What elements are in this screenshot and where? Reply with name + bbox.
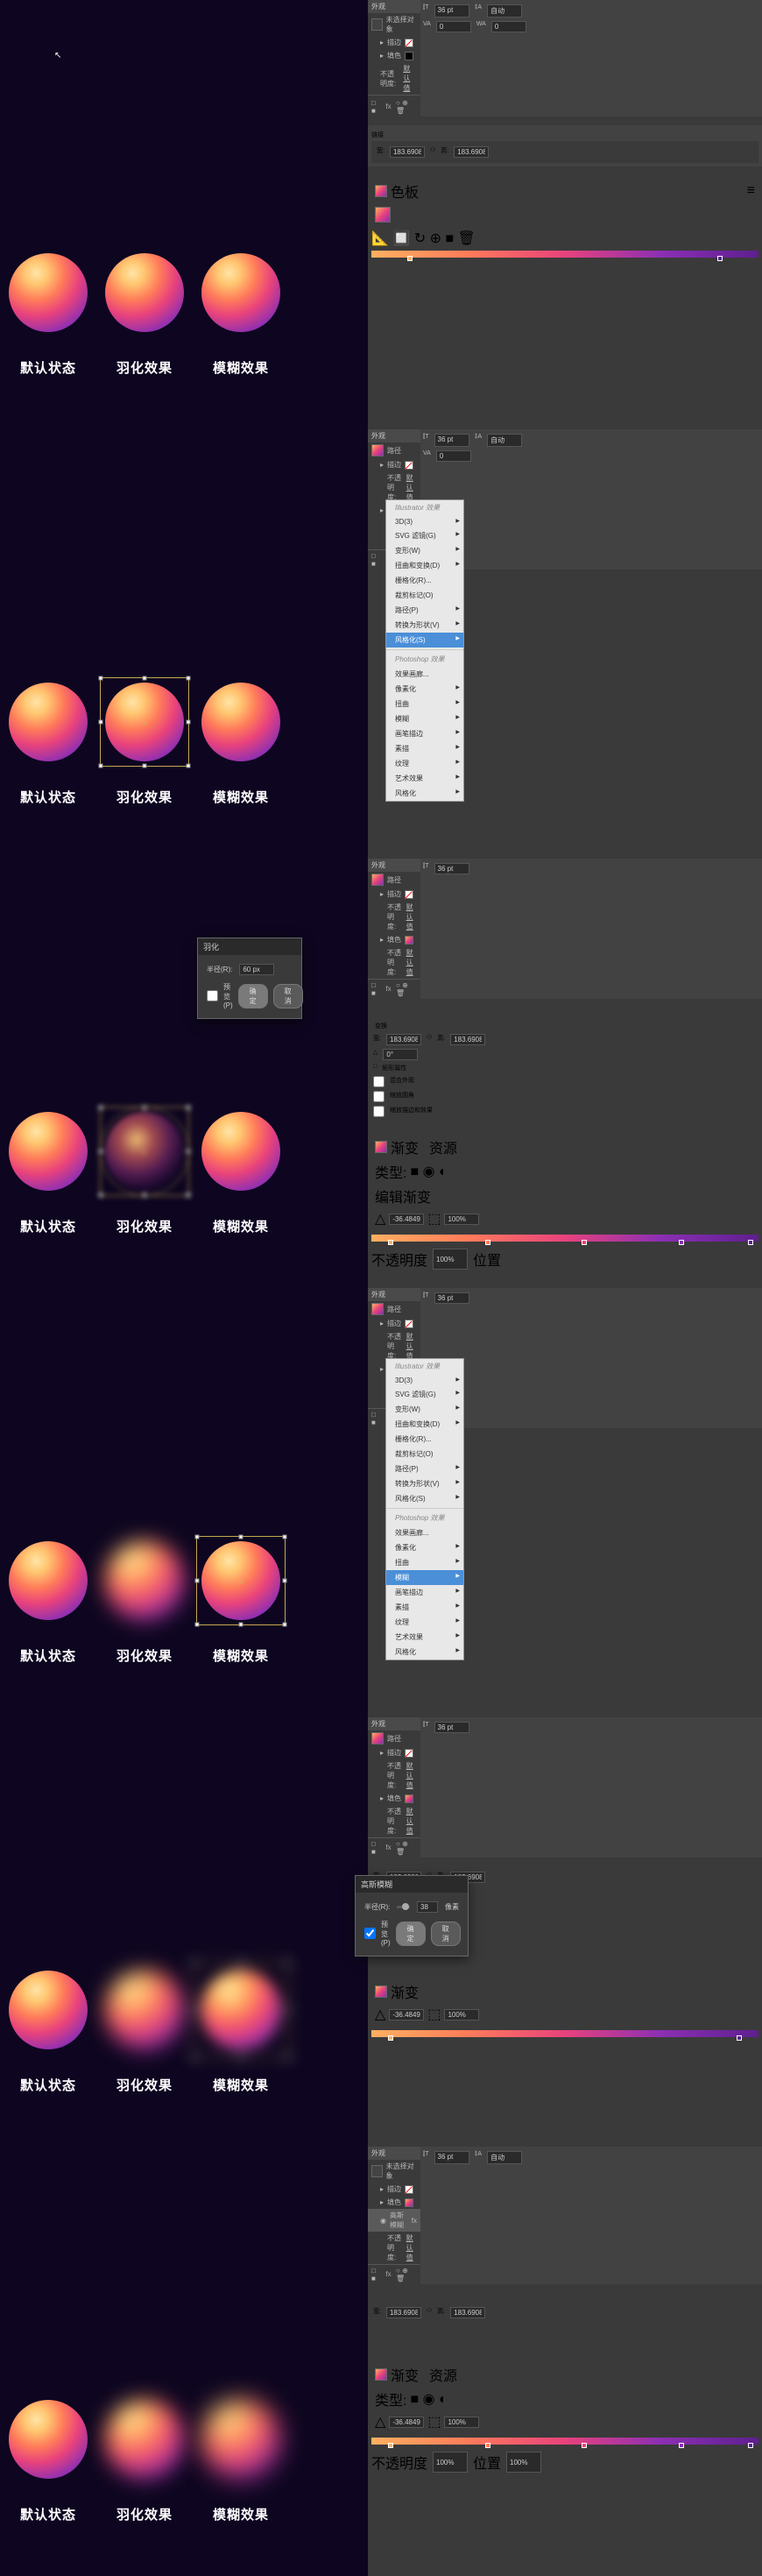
label-feather: 羽化效果 (116, 358, 173, 377)
stroke-scale-checkbox[interactable] (373, 1106, 385, 1117)
menu-blur[interactable]: 模糊 (386, 1570, 463, 1585)
panel-group-5: 外观 路径 ▸ 描边 不透明度:默认值 ▸ 填色 不透明度:默认值 □ ■fx○… (368, 1717, 762, 2147)
h-input[interactable] (450, 1034, 485, 1045)
stroke-swatch[interactable] (405, 39, 413, 47)
char-panel: ⫿T36 pt‡A自动 VA0WA0 (420, 0, 762, 117)
panel-group-6: 外观 未选择对象 ▸ 描边 ▸ 填色 ◉高斯模糊fx 不透明度:默认值 □ ■f… (368, 2147, 762, 2576)
fx-icon[interactable]: fx (385, 103, 392, 111)
sphere-feathered (105, 1541, 184, 1620)
link-text: 链接 (371, 129, 758, 141)
sphere-blur (201, 253, 280, 332)
sphere-feather: ↖ (105, 253, 184, 332)
radius-input[interactable] (239, 964, 274, 975)
cancel-button[interactable]: 取消 (273, 984, 303, 1008)
label-default: 默认状态 (20, 358, 76, 377)
dialog-title: 羽化 (198, 938, 301, 955)
effects-menu[interactable]: Illustrator 效果 3D(3) SVG 滤镜(G) 变形(W) 扭曲和… (385, 499, 464, 802)
sphere-default (9, 253, 88, 332)
gaussian-effect-item[interactable]: ◉高斯模糊fx (368, 2209, 420, 2232)
effects-menu-2[interactable]: Illustrator 效果 3D(3) SVG 滤镜(G) 变形(W) 扭曲和… (385, 1358, 464, 1660)
row-1: 默认状态 ↖ 羽化效果 模糊效果 外观 未选择对象 ▸ 描边 ▸ 填色 不透明度:… (0, 0, 762, 429)
feather-dialog[interactable]: 羽化 半径(R): 预览(P) 确定 取消 (197, 938, 302, 1019)
kerning-input[interactable]: 0 (436, 21, 471, 32)
selection-box[interactable] (193, 1962, 289, 2058)
gaussian-blur-dialog[interactable]: 高斯模糊 半径(R): 像素 预览(P) 确定 取消 (355, 1875, 469, 1957)
appearance-tab[interactable]: 外观 (368, 0, 420, 13)
blur-radius-input[interactable] (417, 1901, 438, 1913)
fill-swatch[interactable] (405, 52, 413, 60)
mixed-checkbox[interactable] (373, 1076, 385, 1087)
center-point-icon: × (142, 719, 147, 729)
menu-stylize[interactable]: 风格化(S) (386, 633, 463, 648)
label-blur: 模糊效果 (213, 358, 269, 377)
row-2: 默认状态 × 羽化效果 模糊效果 外观 路径 ▸ 描边 不透明度:默认值 ▸ 填… (0, 429, 762, 859)
font-size-input[interactable]: 36 pt (434, 4, 469, 18)
sphere-blurred (201, 2400, 280, 2479)
preview-checkbox[interactable] (207, 990, 218, 1001)
swatch-none-icon (371, 18, 383, 31)
radius-slider[interactable] (402, 1903, 409, 1910)
height-input[interactable] (454, 146, 489, 158)
cursor-icon: ↖ (54, 51, 61, 60)
grad-angle-input[interactable] (389, 1214, 424, 1225)
path-swatch (371, 444, 384, 456)
leading-input[interactable]: 自动 (487, 4, 522, 18)
panel-group-2: 外观 路径 ▸ 描边 不透明度:默认值 ▸ 填色 不透明度:默认值 □ ■fx○… (368, 429, 762, 859)
gradient-bar[interactable] (371, 251, 758, 258)
cancel-button[interactable]: 取消 (431, 1921, 461, 1946)
row-5: 默认状态 羽化效果 模糊效果 外观 路径 ▸ 描边 不透明度:默认值 ▸ 填色 … (0, 1717, 762, 2147)
corner-checkbox[interactable] (373, 1091, 385, 1102)
panel-group-4: 外观 路径 ▸ 描边 不透明度:默认值 ▸ 填色 不透明度:默认值 □ ■fx○… (368, 1288, 762, 1717)
ok-button[interactable]: 确定 (238, 984, 268, 1008)
row-6: 默认状态 羽化效果 模糊效果 外观 未选择对象 ▸ 描边 ▸ 填色 ◉高斯模糊f… (0, 2147, 762, 2576)
row-4: 默认状态 羽化效果 × 模糊效果 外观 路径 ▸ 描边 不透明度:默认值 ▸ 填… (0, 1288, 762, 1717)
ok-button[interactable]: 确定 (396, 1921, 426, 1946)
active-swatch[interactable] (375, 185, 387, 197)
row-3: 默认状态 × 羽化效果 模糊效果 羽化 半径(R): 预览(P) 确定 取消 (0, 859, 762, 1288)
swatches-panel: 色板≡ 📐 🔲 ↻ ⊕ ■ 🗑 (368, 175, 762, 261)
panel-group-3: 外观 路径 ▸ 描边 不透明度:默认值 ▸ 填色 不透明度:默认值 □ ■fx○… (368, 859, 762, 1288)
preview-checkbox[interactable] (364, 1928, 376, 1939)
width-input[interactable] (390, 146, 425, 158)
w-input[interactable] (386, 1034, 421, 1045)
angle-input[interactable] (383, 1049, 418, 1060)
tracking-input[interactable]: 0 (491, 21, 526, 32)
panel-group-1: 外观 未选择对象 ▸ 描边 ▸ 填色 不透明度:默认值 □ ■fx○ ⊕ 🗑 ⫿… (368, 0, 762, 429)
